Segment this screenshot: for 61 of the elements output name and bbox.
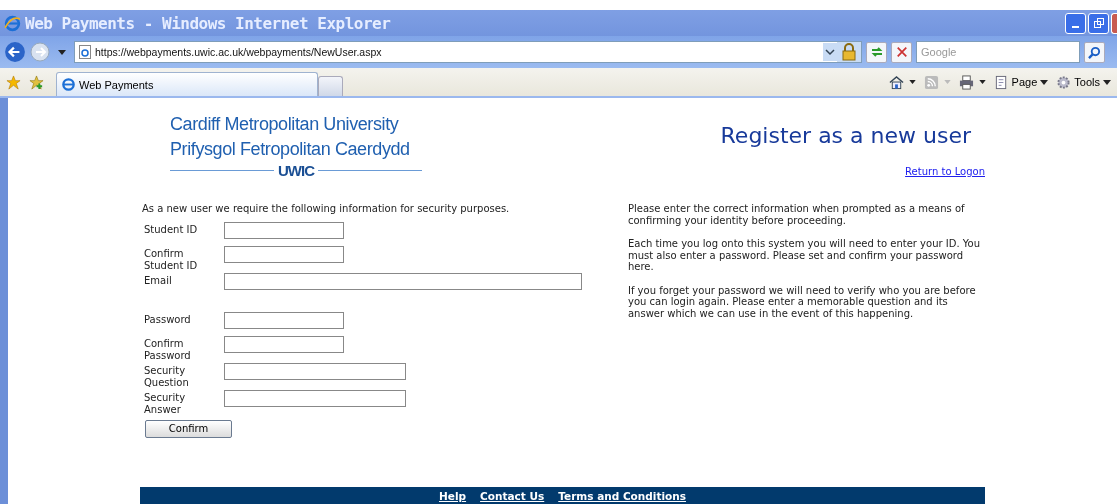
forward-button[interactable] xyxy=(30,42,50,62)
intro-text: As a new user we require the following information for security purposes. xyxy=(142,203,511,214)
stop-button[interactable] xyxy=(891,41,912,63)
new-tab-button[interactable] xyxy=(318,76,343,96)
input-field[interactable] xyxy=(224,390,406,407)
dropdown-arrow-icon[interactable] xyxy=(58,49,66,55)
search-button[interactable] xyxy=(1084,41,1105,63)
footer-link[interactable]: Terms and Conditions xyxy=(558,489,686,502)
close-button[interactable] xyxy=(1111,12,1117,34)
window-title: Web Payments - Windows Internet Explorer xyxy=(25,13,391,33)
browser-logo-icon xyxy=(61,77,76,92)
page-icon xyxy=(993,74,1009,90)
help-text: Please enter the correct information when prompted as a means of confirming your identity before proceeding. xyxy=(627,203,966,226)
address-field[interactable]: https://webpayments.uwic.ac.uk/webpayments/NewUser.aspx xyxy=(74,41,862,63)
search-field[interactable]: Google xyxy=(916,41,1080,63)
browser-tab[interactable]: Web Payments xyxy=(56,72,318,96)
input-field[interactable] xyxy=(224,312,344,329)
field-label: Confirm Student ID xyxy=(143,247,199,272)
print-icon[interactable] xyxy=(958,74,974,90)
back-button[interactable] xyxy=(4,41,26,63)
input-field[interactable] xyxy=(224,273,582,290)
gear-icon xyxy=(1056,74,1072,90)
input-field[interactable] xyxy=(224,222,344,239)
restore-icon xyxy=(1092,17,1105,29)
minimize-icon xyxy=(1072,26,1079,28)
padlock-icon[interactable] xyxy=(837,42,861,62)
help-text: Each time you log onto this system you will need to enter your ID. You must also enter a password. Please set and confirm your password here. xyxy=(627,238,981,273)
star-icon[interactable] xyxy=(6,74,21,90)
page-menu-button[interactable]: Page xyxy=(993,74,1049,90)
input-field[interactable] xyxy=(224,246,344,263)
restore-button[interactable] xyxy=(1088,12,1109,34)
home-icon[interactable] xyxy=(888,74,904,90)
caret-icon xyxy=(1103,79,1111,85)
university-logo: Cardiff Metropolitan University Prifysgol Fetropolitan Caerdydd UWIC xyxy=(170,112,422,179)
field-label: Confirm Password xyxy=(143,337,192,362)
search-icon xyxy=(1088,45,1101,59)
input-field[interactable] xyxy=(224,363,406,380)
dropdown-arrow-icon[interactable] xyxy=(908,80,916,84)
caret-icon xyxy=(1040,79,1049,85)
page-heading: Register as a new user xyxy=(720,123,971,148)
return-to-logon-link[interactable]: Return to Logon xyxy=(905,166,985,177)
footer-link[interactable]: Contact Us xyxy=(480,489,545,502)
feed-icon[interactable] xyxy=(923,74,939,90)
add-star-icon[interactable] xyxy=(29,74,44,90)
browser-logo-icon xyxy=(4,14,21,32)
field-label: Security Question xyxy=(143,364,190,389)
field-label: Email xyxy=(143,274,173,287)
confirm-button[interactable]: Confirm xyxy=(145,419,232,438)
dropdown-arrow-icon[interactable] xyxy=(978,80,986,84)
refresh-icon xyxy=(869,45,884,59)
page-icon xyxy=(79,45,91,59)
close-icon xyxy=(895,46,908,58)
field-label: Student ID xyxy=(143,223,199,236)
field-label: Password xyxy=(143,313,192,326)
footer-link[interactable]: Help xyxy=(439,489,467,502)
minimize-button[interactable] xyxy=(1065,12,1086,34)
tools-menu-button[interactable]: Tools xyxy=(1056,74,1111,90)
help-text: If you forget your password we will need to verify who you are before you can login again. Please enter a memorable question and its answer which we can use in the event of this happening. xyxy=(627,284,977,319)
refresh-button[interactable] xyxy=(866,41,887,63)
field-label: Security Answer xyxy=(143,391,187,416)
input-field[interactable] xyxy=(224,336,344,353)
